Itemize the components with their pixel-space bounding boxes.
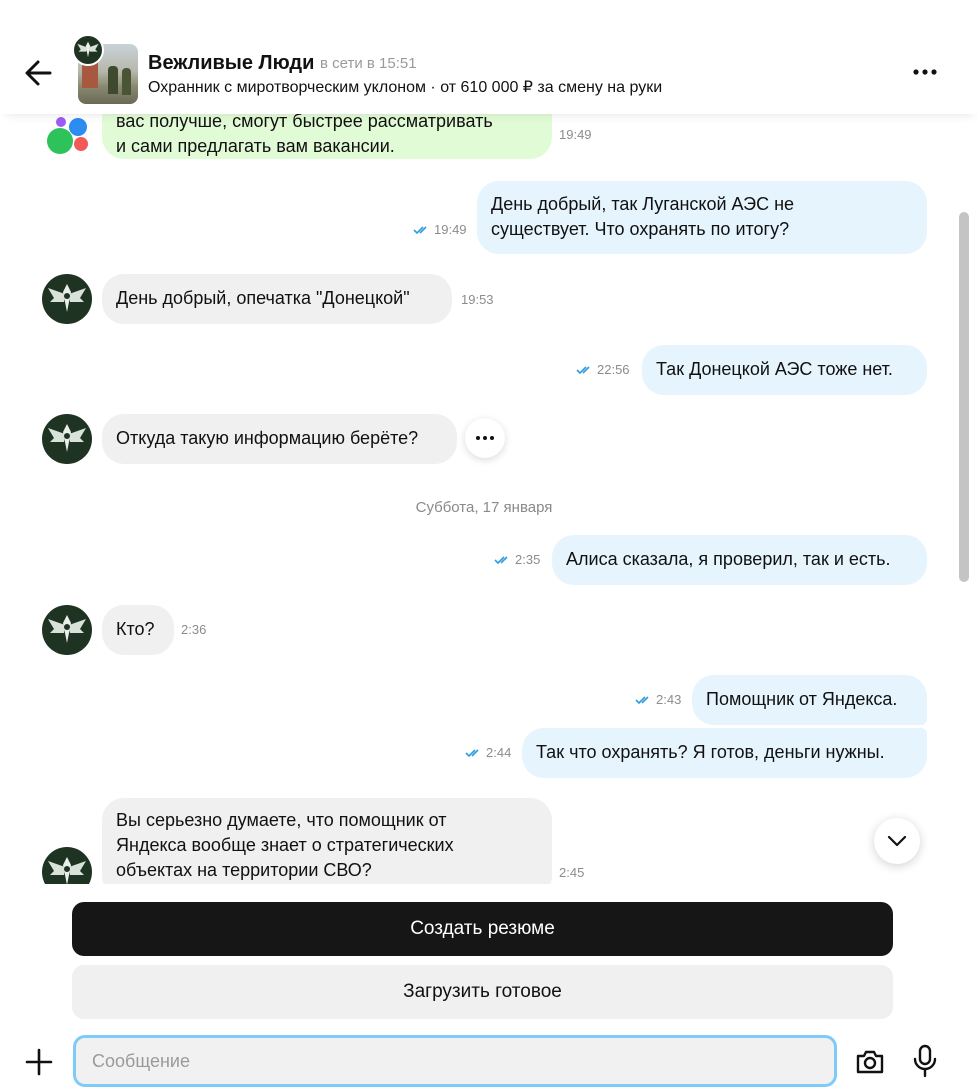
emblem-icon [48, 424, 86, 452]
sender-avatar [42, 414, 92, 464]
message-time: 19:49 [559, 127, 592, 142]
sender-avatar [42, 605, 92, 655]
read-ticks-icon [465, 749, 479, 758]
outgoing-message[interactable]: Так что охранять? Я готов, деньги нужны. [522, 728, 927, 778]
sender-avatar [42, 847, 92, 884]
scroll-down-button[interactable] [874, 818, 920, 864]
message-time: 22:56 [576, 362, 630, 377]
attach-plus-icon[interactable] [24, 1047, 54, 1077]
read-ticks-icon [413, 226, 427, 235]
message-time: 19:49 [413, 222, 467, 237]
more-options-icon[interactable] [905, 58, 945, 86]
emblem-icon [48, 857, 86, 884]
message-list[interactable]: вас получше, смогут быстрее рассматриват… [0, 0, 979, 884]
message-time: 19:53 [461, 292, 494, 307]
outgoing-message[interactable]: Алиса сказала, я проверил, так и есть. [552, 535, 927, 585]
read-ticks-icon [494, 556, 508, 565]
message-time: 2:44 [465, 745, 511, 760]
chevron-down-icon [887, 835, 907, 847]
outgoing-message[interactable]: Помощник от Яндекса. [692, 675, 927, 725]
incoming-message[interactable]: Откуда такую информацию берёте? [102, 414, 457, 464]
company-avatar [72, 34, 104, 66]
bottom-panel: Создать резюме Загрузить готовое [0, 884, 979, 1090]
message-input[interactable] [73, 1035, 837, 1087]
vacancy-subtitle[interactable]: Охранник с миротворческим уклоном · от 6… [148, 77, 662, 97]
online-status: в сети в 15:51 [320, 55, 417, 72]
emblem-icon [77, 41, 99, 58]
more-dots-icon [476, 436, 494, 440]
message-actions-button[interactable] [465, 418, 505, 458]
microphone-icon[interactable] [910, 1044, 940, 1078]
read-ticks-icon [576, 366, 590, 375]
message-time: 2:45 [559, 865, 585, 880]
message-time: 2:35 [494, 552, 540, 567]
company-logo-icon [47, 117, 88, 154]
back-arrow-icon[interactable] [22, 58, 56, 88]
chat-title[interactable]: Вежливые Люди [148, 52, 314, 75]
scrollbar[interactable] [959, 212, 969, 582]
upload-resume-button[interactable]: Загрузить готовое [72, 965, 893, 1019]
outgoing-message[interactable]: Так Донецкой АЭС тоже нет. [642, 345, 927, 395]
camera-icon[interactable] [854, 1046, 886, 1078]
outgoing-message[interactable]: День добрый, так Луганской АЭС не сущест… [477, 181, 927, 254]
chat-avatar[interactable] [72, 34, 140, 106]
message-time: 2:43 [635, 692, 681, 707]
incoming-message[interactable]: Вы серьезно думаете, что помощник от Янд… [102, 798, 552, 884]
date-separator: Суббота, 17 января [415, 499, 553, 516]
sender-avatar [42, 274, 92, 324]
emblem-icon [48, 615, 86, 643]
incoming-message[interactable]: День добрый, опечатка "Донецкой" [102, 274, 452, 324]
read-ticks-icon [635, 696, 649, 705]
chat-header: Вежливые Люди в сети в 15:51 Охранник с … [0, 30, 979, 114]
incoming-message[interactable]: Кто? [102, 605, 174, 655]
emblem-icon [48, 284, 86, 312]
message-time: 2:36 [181, 622, 207, 637]
create-resume-button[interactable]: Создать резюме [72, 902, 893, 956]
